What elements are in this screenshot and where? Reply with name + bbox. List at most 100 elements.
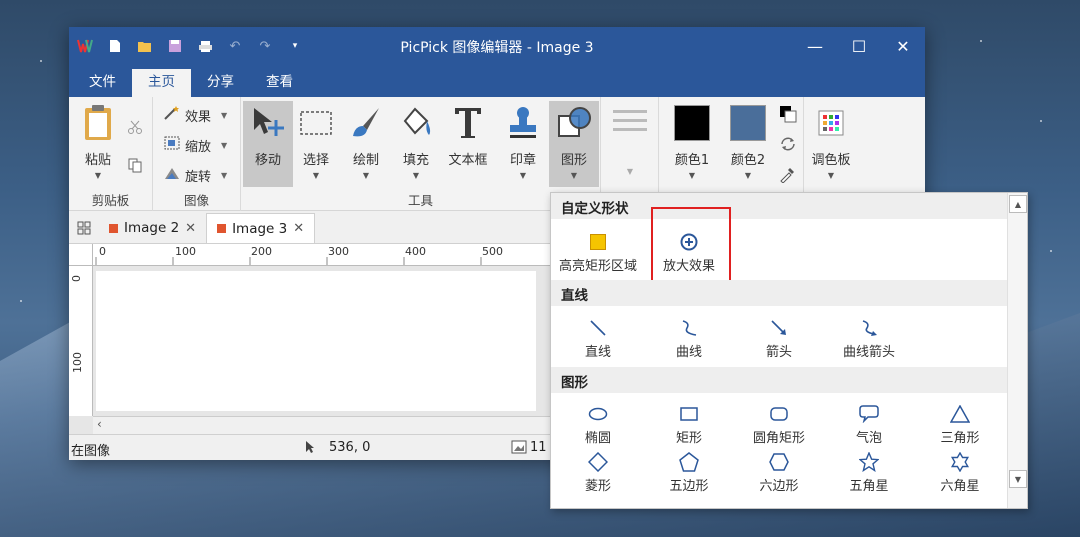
hexagon-icon [769,451,789,473]
copy-icon[interactable] [127,157,143,173]
textbox-tool-button[interactable]: 文本框 [443,101,493,187]
five-star-item[interactable]: 五角星 [824,451,914,494]
ellipse-icon [588,403,608,425]
doc-tab-image3[interactable]: Image 3 ✕ [206,213,316,243]
text-t-icon [449,101,487,145]
clipboard-group-label: 剪贴板 [91,193,130,208]
open-folder-icon[interactable] [137,38,153,54]
stamp-tool-button[interactable]: 印章 ▼ [498,101,548,187]
tab-view[interactable]: 查看 [250,69,309,97]
rectangle-label: 矩形 [675,431,702,446]
line-style-button[interactable]: ▼ [605,101,655,187]
rounded-rect-item[interactable]: 圆角矩形 [734,403,824,446]
shapes-icon [555,101,593,145]
curve-item[interactable]: 曲线 [644,317,734,360]
tools-group: 移动 选择 ▼ 绘制 ▼ 填充 ▼ 文本框 印章 ▼ 图形 ▼ 工具 [241,97,601,211]
palette-label: 调色板 [811,153,851,168]
six-star-item[interactable]: 六角星 [915,451,1005,494]
fill-tool-label: 填充 [402,153,429,168]
move-tool-label: 移动 [254,153,281,168]
close-tab-icon[interactable]: ✕ [293,221,304,236]
rotate-button[interactable]: 旋转 ▼ [163,165,227,185]
effect-label: 效果 [185,109,212,125]
chevron-down-icon: ▼ [362,171,370,180]
curve-arrow-item[interactable]: 曲线箭头 [824,317,914,360]
scroll-up-icon[interactable]: ▲ [1009,195,1027,213]
chevron-down-icon: ▼ [412,171,420,180]
effect-button[interactable]: 效果 ▼ [163,105,227,125]
ellipse-item[interactable]: 椭圆 [553,403,643,446]
highlight-rect-item[interactable]: 高亮矩形区域 [553,231,643,274]
hexagon-item[interactable]: 六边形 [734,451,824,494]
image-group: 效果 ▼ 缩放 ▼ 旋转 ▼ 图像 [153,97,241,211]
status-text: 在图像 [71,444,111,459]
color2-label: 颜色2 [730,153,766,168]
stamp-icon [504,101,542,145]
zoom-button[interactable]: 缩放 ▼ [163,135,227,155]
selection-rect-icon [297,101,335,145]
tab-home[interactable]: 主页 [132,69,191,97]
curve-arrow-label: 曲线箭头 [842,345,895,360]
resize-icon [163,135,181,155]
redo-icon[interactable]: ↷ [257,38,273,54]
eyedropper-icon[interactable] [779,165,797,183]
dropdown-scrollbar[interactable]: ▲ ▼ [1007,193,1027,508]
tab-share[interactable]: 分享 [191,69,250,97]
scroll-left-icon[interactable]: ‹ [97,417,102,431]
tab-grid-icon[interactable] [69,213,99,243]
scroll-down-icon[interactable]: ▼ [1009,470,1027,488]
wallpaper-star [20,300,22,302]
picpick-logo-icon [77,38,93,54]
swap-colors-icon[interactable] [779,135,797,153]
ruler-label: 100 [71,352,84,373]
tab-file[interactable]: 文件 [73,69,132,97]
doc-tab-image2[interactable]: Image 2 ✕ [99,213,206,243]
select-tool-button[interactable]: 选择 ▼ [291,101,341,187]
pentagon-label: 五边形 [669,479,709,494]
chevron-down-icon: ▼ [827,171,835,180]
image-canvas[interactable] [96,271,536,411]
print-icon[interactable] [197,38,213,54]
rounded-rect-icon [770,403,788,425]
palette-grid-icon [812,101,850,145]
color-pair-icon[interactable] [779,105,797,123]
shape-tool-button[interactable]: 图形 ▼ [549,101,599,187]
save-icon[interactable] [167,38,183,54]
color2-button[interactable]: 颜色2 ▼ [723,101,773,187]
color1-label: 颜色1 [674,153,710,168]
draw-tool-label: 绘制 [352,153,379,168]
ribbon-tabs: 文件 主页 分享 查看 [69,65,925,97]
move-tool-button[interactable]: 移动 [243,101,293,187]
clipboard-icon [79,101,117,145]
new-file-icon[interactable] [107,38,123,54]
draw-tool-button[interactable]: 绘制 ▼ [341,101,391,187]
move-arrow-icon [249,101,287,145]
select-tool-label: 选择 [302,153,329,168]
pentagon-item[interactable]: 五边形 [644,451,734,494]
line-item[interactable]: 直线 [553,317,643,360]
arrow-item[interactable]: 箭头 [734,317,824,360]
diamond-item[interactable]: 菱形 [553,451,643,494]
zoom-label: 缩放 [185,139,212,155]
pentagon-icon [679,451,699,473]
image-size-text: 11 [530,440,547,455]
minimize-button[interactable]: — [793,27,837,65]
color1-button[interactable]: 颜色1 ▼ [667,101,717,187]
bubble-item[interactable]: 气泡 [824,403,914,446]
close-button[interactable]: ✕ [881,27,925,65]
undo-icon[interactable]: ↶ [227,38,243,54]
five-star-icon [859,451,879,473]
doc-tab-label: Image 2 [124,220,180,236]
rectangle-item[interactable]: 矩形 [644,403,734,446]
triangle-item[interactable]: 三角形 [915,403,1005,446]
close-tab-icon[interactable]: ✕ [185,221,196,236]
palette-button[interactable]: 调色板 ▼ [806,101,856,187]
maximize-button[interactable]: ☐ [837,27,881,65]
fill-tool-button[interactable]: 填充 ▼ [391,101,441,187]
section-lines: 直线 [551,280,1008,306]
cut-icon[interactable] [127,119,143,135]
shape-dropdown: 自定义形状 高亮矩形区域 放大效果 直线 直线 曲线 箭头 曲线箭头 图形 椭圆… [550,192,1028,509]
shape-tool-label: 图形 [560,153,587,168]
customize-toolbar-icon[interactable]: ▾ [287,38,303,54]
paste-button[interactable]: 粘贴 ▼ [73,101,123,187]
